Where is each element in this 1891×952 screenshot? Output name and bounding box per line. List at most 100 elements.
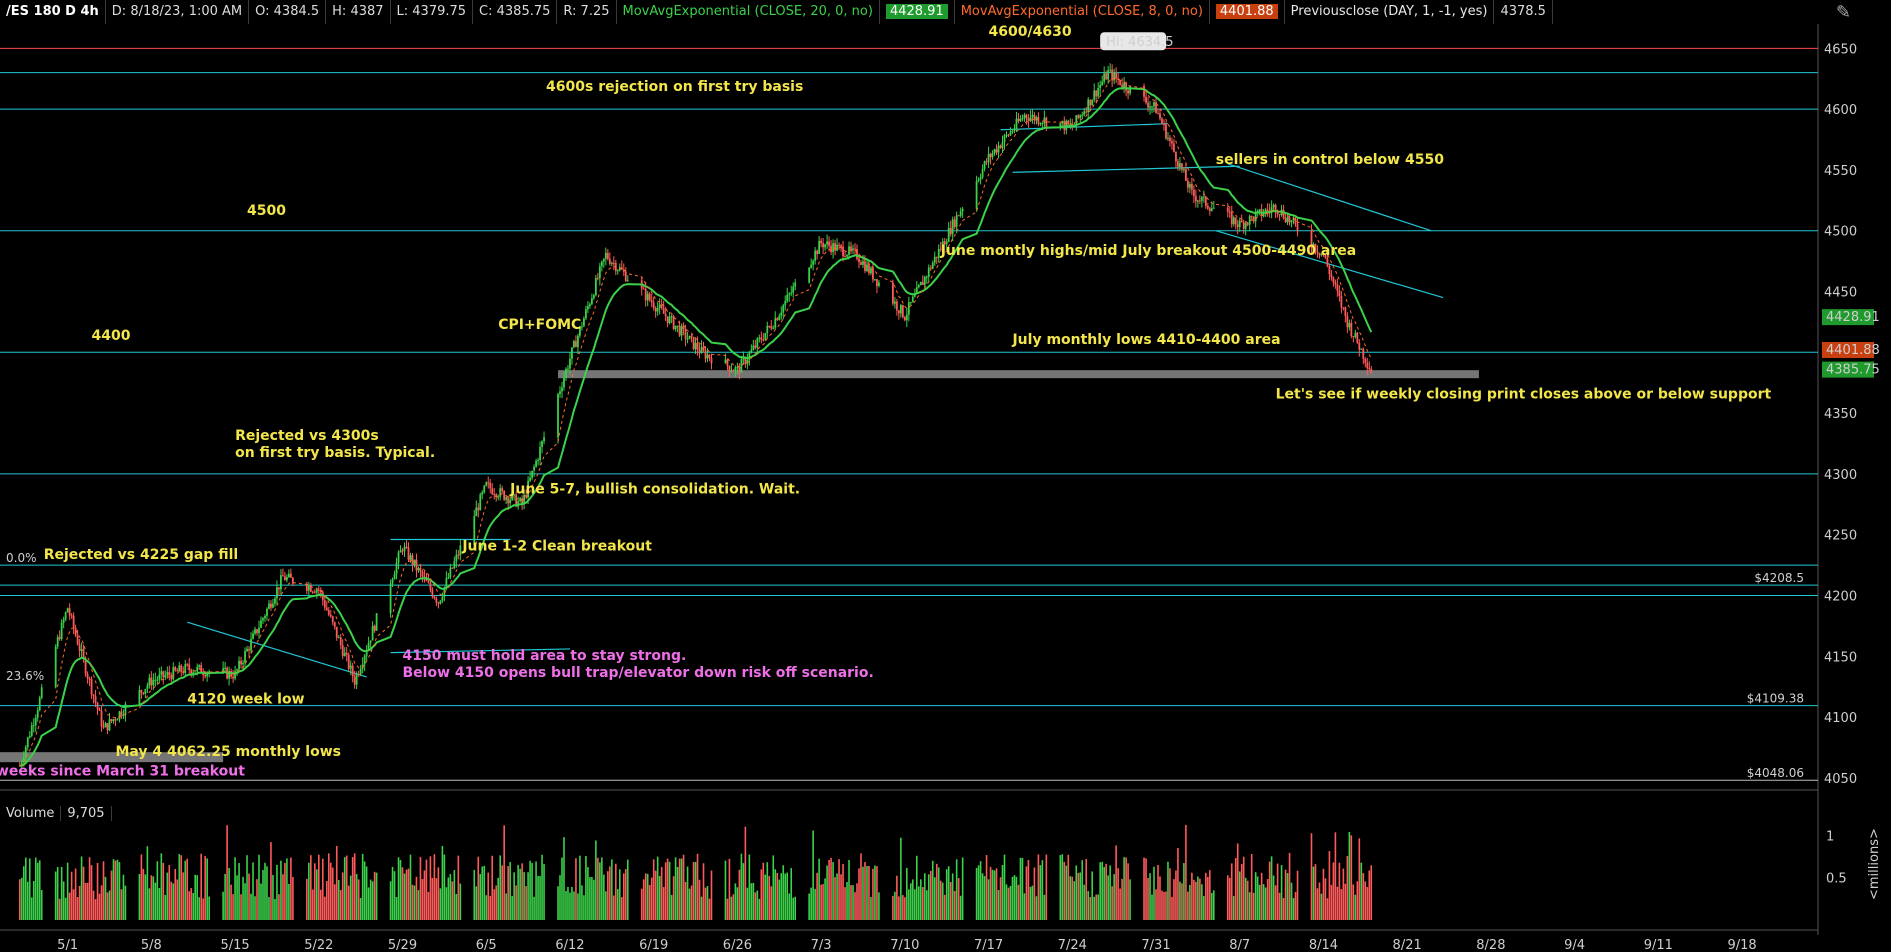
candle-body [60,622,63,640]
volume-bar [1266,879,1269,920]
volume-bar [563,837,565,920]
volume-bar [110,870,113,920]
volume-bar [684,881,687,920]
candle-body [274,598,276,604]
candle-body [138,690,141,705]
volume-bar [935,863,938,920]
volume-bar [656,856,659,920]
candle-body [427,581,430,583]
volume-bar [393,871,396,920]
candle-body [1129,85,1131,94]
candle-body [927,267,930,277]
volume-bar [505,893,507,920]
candle-body [433,596,436,599]
candle-body [953,219,956,227]
candle-body [662,308,665,314]
volume-bar [1061,854,1064,920]
candle-body [812,260,815,265]
volume-bar [56,866,59,920]
volume-bar [1027,859,1030,920]
volume-bar [850,885,852,920]
volume-bar [491,855,494,920]
volume-bar [20,877,23,920]
candle-body [1159,113,1161,119]
candle-body [706,354,709,359]
candle-body [1181,163,1183,170]
volume-bar [774,869,777,920]
volume-bar [114,860,117,920]
volume-bar [1023,893,1026,920]
y-tick-label: 4500 [1824,225,1857,240]
volume-bar [86,882,89,920]
volume-bar [182,872,185,920]
x-tick-label: 6/5 [476,938,497,952]
candle-body [1192,189,1195,197]
candle-body [592,295,595,299]
volume-bar [1312,866,1315,920]
candle-body [234,670,236,679]
volume-bar [409,854,412,920]
candle-body [1330,274,1333,278]
volume-bar [1322,868,1325,920]
candle-body [977,179,980,182]
price-chart[interactable]: 0.0% $4208.5 23.6% $4109.38 $4048.06 5/1 5/8 5/… [0,0,1891,952]
candle-body [533,466,535,471]
candle-body [704,350,707,359]
annotation: weeks since March 31 breakout [0,763,245,779]
candle-body [24,747,27,758]
candle-body [491,488,494,494]
volume-bar [1087,891,1090,920]
volume-bar [533,896,535,920]
candle-body [1075,115,1078,125]
candle-body [417,567,420,571]
volume-bar [858,868,860,920]
candle-body [1242,222,1245,229]
volume-bar [603,874,605,920]
x-tick-label: 5/29 [388,938,417,952]
candle-body [822,243,825,248]
candle-body [860,262,862,265]
candle-body [487,482,490,484]
volume-bar [188,891,191,920]
volume-bar [955,859,958,920]
annotation: sellers in control below 4550 [1216,152,1444,168]
candle-body [537,460,539,462]
volume-bar [581,885,583,920]
candle-body [999,145,1002,148]
volume-bar [312,889,314,920]
volume-bar [1232,896,1235,920]
candle-body [242,662,244,665]
candle-body [616,270,619,272]
candle-body [96,702,99,710]
candle-body [1336,284,1339,291]
candle-body [612,262,615,264]
volume-bar [172,883,175,920]
candle-body [112,719,115,722]
candle-body [148,677,151,686]
volume-bar [1109,865,1111,920]
annotation: 4600s rejection on first try basis [546,79,803,95]
volume-bar [597,857,599,920]
volume-bar [395,897,398,920]
volume-bar [331,867,334,920]
volume-bar [314,863,316,920]
volume-bar [276,864,278,920]
candle-body [868,264,870,274]
volume-bar [1015,876,1018,920]
volume-bar [925,890,928,920]
volume-bar [929,870,932,920]
volume-bar [278,894,280,920]
candle-body [1228,211,1231,213]
candle-body [585,309,587,319]
volume-bar [1121,878,1123,920]
high-label: Hi: 4634.5 [1106,35,1173,50]
candle-body [750,349,753,353]
candle-body [1185,169,1187,181]
volume-bar [367,887,370,920]
candle-body [264,616,266,619]
candle-body [1067,120,1070,125]
volume-bar [674,857,677,920]
candle-body [567,368,569,370]
level-label: $4208.5 [1754,571,1804,585]
candle-body [602,258,605,262]
